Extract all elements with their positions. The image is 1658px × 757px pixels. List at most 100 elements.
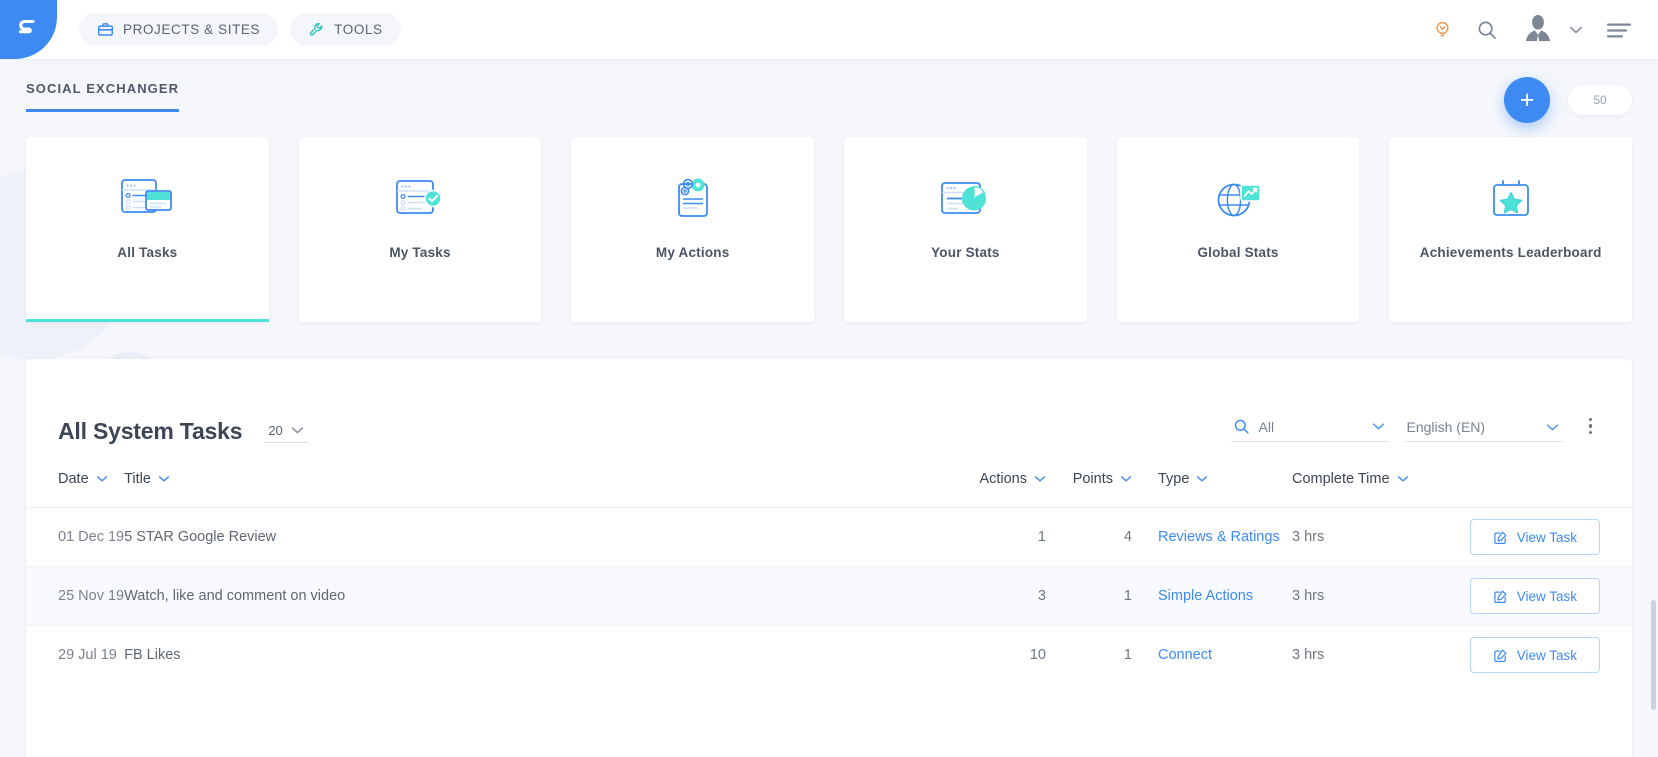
tab-social-exchanger[interactable]: SOCIAL EXCHANGER [26,81,180,112]
category-card-strip: All Tasks My Tasks My Actions Your Stats… [0,137,1658,322]
chevron-down-icon [1120,476,1132,482]
chevron-down-icon [1034,476,1046,482]
nav-tools[interactable]: TOOLS [290,13,401,46]
cell-complete-time: 3 hrs [1292,529,1325,545]
page-scrollbar[interactable] [1651,600,1656,710]
cell-date: 29 Jul 19 [58,647,117,664]
tasks-table-header: Date Title Actions Points Type Complete … [26,471,1632,508]
column-header-complete-time[interactable]: Complete Time [1292,471,1462,508]
chevron-down-icon[interactable] [1569,25,1583,35]
card-global-stats-label: Global Stats [1197,245,1279,260]
filter-select[interactable]: All [1230,418,1389,442]
column-header-points[interactable]: Points [1046,471,1132,508]
tasks-panel: All System Tasks 20 All English (EN) Dat… [26,359,1632,757]
column-header-complete-time-label: Complete Time [1292,471,1390,487]
search-icon [1234,419,1249,434]
cell-type[interactable]: Connect [1132,626,1292,685]
cell-actions: 1 [1037,529,1046,545]
cell-type-link[interactable]: Simple Actions [1158,588,1253,604]
chevron-down-icon [1372,423,1384,430]
column-header-title[interactable]: Title [124,471,956,508]
card-my-tasks-label: My Tasks [389,245,451,260]
add-button[interactable]: + [1504,77,1550,123]
kebab-menu-icon[interactable] [1579,417,1601,443]
briefcase-icon [97,23,114,36]
table-row[interactable]: 01 Dec 19 5 STAR Google Review 1 4 Revie… [26,507,1632,567]
edit-square-icon [1493,649,1507,662]
global-stats-icon [1212,173,1264,225]
table-row[interactable]: 29 Jul 19 FB Likes 10 1 Connect 3 hrs Vi… [26,625,1632,685]
plus-icon: + [1519,85,1535,114]
cell-complete-time: 3 hrs [1292,647,1325,664]
chevron-down-icon [291,427,303,434]
cell-actions: 3 [1037,588,1046,604]
cell-type-link[interactable]: Reviews & Ratings [1158,529,1280,545]
card-your-stats-label: Your Stats [931,245,1000,260]
cell-action-button: View Task [1462,626,1632,685]
language-select[interactable]: English (EN) [1404,419,1563,442]
view-task-button[interactable]: View Task [1469,519,1600,555]
tasks-table: Date Title Actions Points Type Complete … [26,471,1632,685]
card-my-actions-label: My Actions [655,245,730,260]
panel-header: All System Tasks 20 All English (EN) [26,359,1632,445]
cell-date: 25 Nov 19 [58,588,125,604]
all-tasks-icon [119,173,175,225]
card-achievements-leaderboard[interactable]: Achievements Leaderboard [1389,137,1633,322]
nav-tools-label: TOOLS [334,22,383,37]
card-global-stats[interactable]: Global Stats [1116,137,1360,322]
view-task-button-label: View Task [1516,588,1577,604]
top-header: PROJECTS & SITES TOOLS [0,0,1658,59]
brand-logo[interactable] [0,0,57,59]
cell-title: 5 STAR Google Review [124,529,277,545]
card-your-stats[interactable]: Your Stats [844,137,1087,322]
user-menu[interactable] [1521,13,1583,47]
view-task-button-label: View Task [1516,529,1577,545]
nav-projects-and-sites[interactable]: PROJECTS & SITES [79,13,279,46]
cell-action-button: View Task [1462,508,1632,567]
chevron-down-icon [158,476,170,482]
card-my-tasks[interactable]: My Tasks [298,137,542,322]
points-badge: 50 [1568,85,1632,115]
edit-square-icon [1493,590,1507,603]
column-header-type-label: Type [1158,471,1190,487]
panel-toolbar: All English (EN) [1230,417,1601,443]
page-title: All System Tasks [58,418,243,444]
language-select-value: English (EN) [1406,419,1486,435]
cell-type-link[interactable]: Connect [1158,647,1212,663]
column-header-actions[interactable]: Actions [956,471,1046,508]
chevron-down-icon [96,476,107,482]
cell-type[interactable]: Simple Actions [1132,567,1292,626]
chevron-down-icon [1197,476,1208,482]
table-row[interactable]: 25 Nov 19 Watch, like and comment on vid… [26,566,1632,626]
lightbulb-icon[interactable] [1432,19,1453,40]
nav-projects-and-sites-label: PROJECTS & SITES [123,22,261,37]
cell-complete-time: 3 hrs [1292,588,1325,604]
user-avatar-icon [1525,14,1551,41]
card-achievements-leaderboard-label: Achievements Leaderboard [1419,245,1602,260]
view-task-button[interactable]: View Task [1469,637,1600,674]
view-task-button-label: View Task [1516,647,1577,663]
tab-social-exchanger-label: SOCIAL EXCHANGER [26,81,180,96]
search-icon[interactable] [1476,19,1498,41]
cell-actions: 10 [1029,647,1046,664]
avatar[interactable] [1521,13,1555,47]
brand-logo-icon [18,19,35,33]
points-badge-value: 50 [1593,93,1607,107]
cell-points: 1 [1123,588,1132,604]
tasks-table-body: 01 Dec 19 5 STAR Google Review 1 4 Revie… [26,507,1632,685]
cell-title: FB Likes [124,647,181,664]
card-all-tasks[interactable]: All Tasks [26,137,269,322]
cell-points: 4 [1123,529,1132,545]
logo-container[interactable] [0,0,57,59]
page-size-select[interactable]: 20 [264,423,308,443]
column-header-type[interactable]: Type [1132,471,1292,508]
hamburger-menu-icon[interactable] [1606,21,1632,39]
chevron-down-icon [1397,476,1408,482]
column-header-date[interactable]: Date [26,471,124,508]
cell-title: Watch, like and comment on video [124,588,346,604]
view-task-button[interactable]: View Task [1469,578,1600,614]
achievements-icon [1489,173,1533,225]
edit-square-icon [1493,531,1507,544]
cell-type[interactable]: Reviews & Ratings [1132,508,1292,567]
card-my-actions[interactable]: My Actions [571,137,815,322]
